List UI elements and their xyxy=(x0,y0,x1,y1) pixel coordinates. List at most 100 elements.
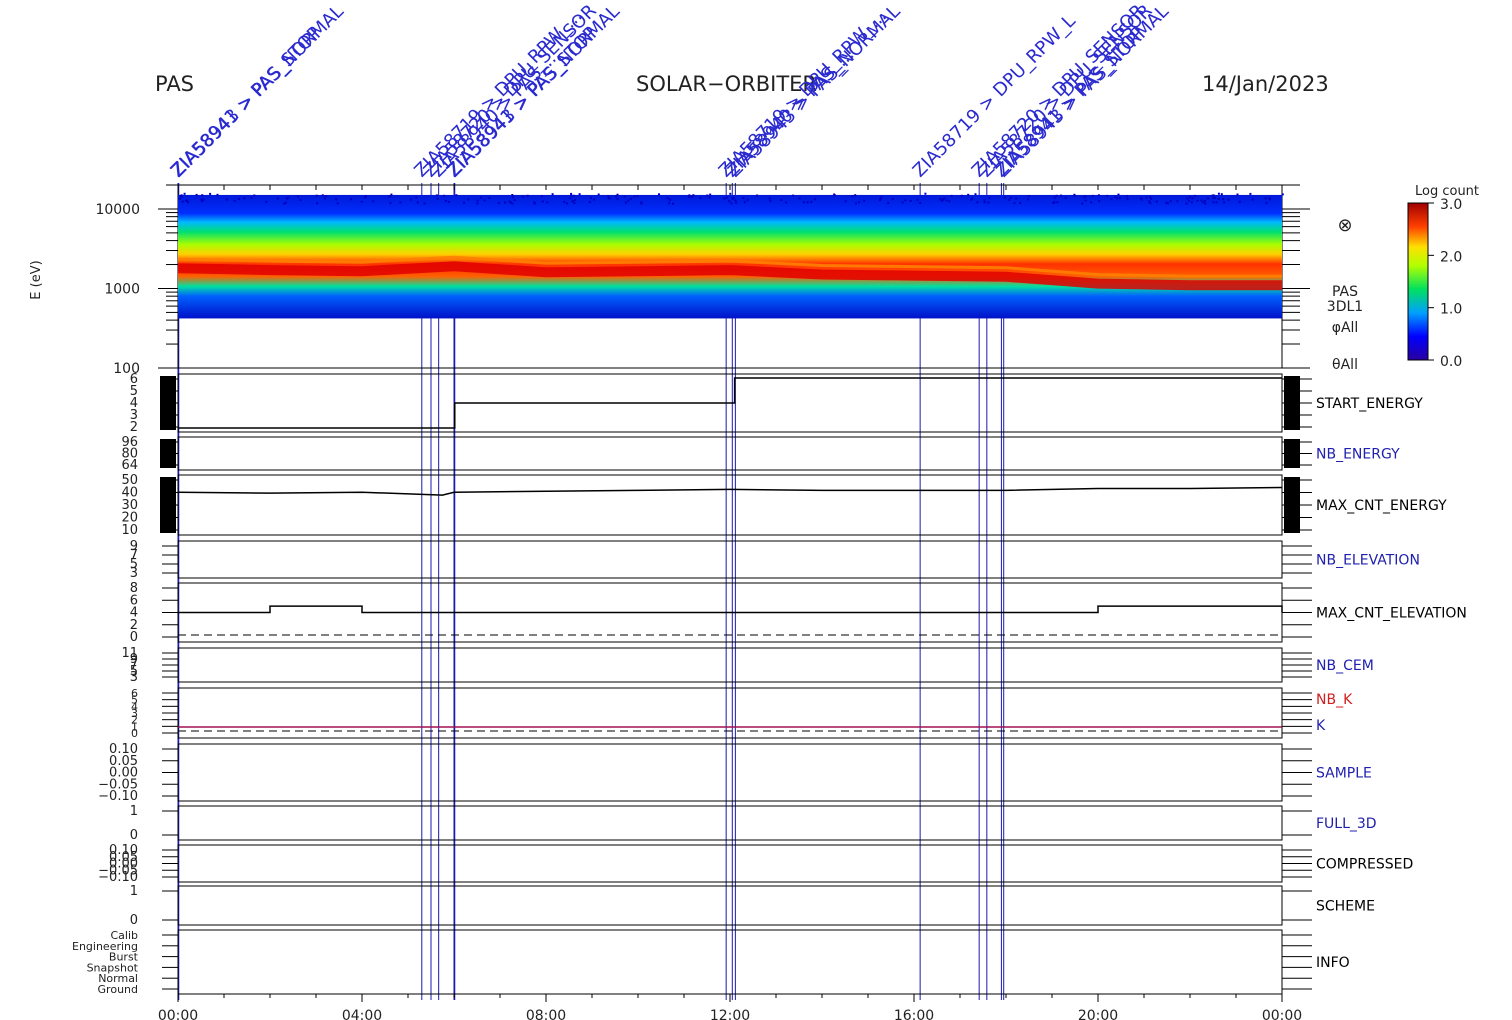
spectrogram-noise-dot xyxy=(780,199,782,201)
panel-tick-label: 0 xyxy=(131,727,138,740)
spectrogram-noise-dot xyxy=(488,197,490,199)
dense-tick-block xyxy=(160,477,176,533)
spectrogram-noise-dot xyxy=(598,194,600,196)
spectrogram-noise-dot xyxy=(1149,196,1151,198)
panel-full_3d: 10FULL_3D xyxy=(130,804,1377,843)
spectrogram-noise-dot xyxy=(180,196,182,198)
panel-label-secondary: K xyxy=(1316,718,1326,734)
spectrogram-noise-dot xyxy=(480,197,482,199)
spectrogram-noise-dot xyxy=(226,199,228,201)
spectrogram-noise-dot xyxy=(579,193,581,195)
spectrogram-noise-dot xyxy=(1074,195,1076,197)
spectrogram-noise-dot xyxy=(1028,195,1030,197)
spectrogram-noise-dot xyxy=(297,196,299,198)
spectrogram-noise-dot xyxy=(389,202,391,204)
spectrogram-noise-dot xyxy=(688,196,690,198)
spectrogram-noise-dot xyxy=(728,200,730,202)
spectrogram-noise-dot xyxy=(967,194,969,196)
event-marker-label: ZIA58943 > PAS_NORMAL xyxy=(992,1,1172,181)
spectrogram-noise-dot xyxy=(1207,198,1209,200)
spectrogram-noise-dot xyxy=(365,195,367,197)
spectrogram-noise-dot xyxy=(1060,195,1062,197)
panel-tick-label: 1 xyxy=(130,884,138,899)
dense-tick-block xyxy=(160,439,176,468)
spectrogram-noise-dot xyxy=(845,200,847,202)
panel-tick-label: 3 xyxy=(130,670,138,685)
panel-label: MAX_CNT_ENERGY xyxy=(1316,498,1447,514)
panel-tick-label: 0 xyxy=(130,913,138,928)
spectrogram-noise-dot xyxy=(372,200,374,202)
spectrogram-noise-dot xyxy=(892,198,894,200)
spectrogram-noise-dot xyxy=(590,197,592,199)
panel-label: START_ENERGY xyxy=(1316,396,1423,412)
spectrogram-noise-dot xyxy=(1010,197,1012,199)
panel-frame xyxy=(178,845,1282,882)
spectrogram-noise-dot xyxy=(1085,196,1087,198)
spectrogram-noise-dot xyxy=(445,200,447,202)
spectrogram-noise-dot xyxy=(1221,193,1223,195)
panel-nb_elevation: 9753NB_ELEVATION xyxy=(130,539,1420,581)
spectrogram-noise-dot xyxy=(201,199,203,201)
spectrogram-noise-dot xyxy=(511,194,513,196)
panel-tick-label: 10 xyxy=(121,523,138,538)
spectrogram-noise-dot xyxy=(1228,199,1230,201)
spectrogram-noise-dot xyxy=(1188,200,1190,202)
time-axis-tick-label: 12:00 xyxy=(710,1008,750,1020)
spectrogram-noise-dot xyxy=(1081,203,1083,205)
spectrogram-noise-dot xyxy=(1204,203,1206,205)
colorbar-tick-label: 2.0 xyxy=(1440,249,1462,265)
panel-tick-label: 3 xyxy=(130,566,138,581)
spectrogram-noise-dot xyxy=(1249,193,1251,195)
spectrogram-noise-dot xyxy=(527,195,529,197)
spectrogram-noise-dot xyxy=(1146,197,1148,199)
spectrogram-noise-dot xyxy=(1149,202,1151,204)
panel-label: FULL_3D xyxy=(1316,816,1377,832)
spectrogram-noise-dot xyxy=(504,202,506,204)
spectrogram-noise-dot xyxy=(1052,202,1054,204)
orbit-symbol: ⊗ xyxy=(1337,215,1352,236)
spectrogram-noise-dot xyxy=(624,196,626,198)
spectrogram-noise-dot xyxy=(534,203,536,205)
spectrogram-noise-dot xyxy=(234,200,236,202)
spectrogram-side-label: PAS xyxy=(1332,284,1358,300)
spectrogram-noise-dot xyxy=(410,199,412,201)
spectrogram-noise-dot xyxy=(1027,198,1029,200)
spectrogram-noise-dot xyxy=(574,199,576,201)
spectrogram-noise-dot xyxy=(625,202,627,204)
spectrogram-band xyxy=(178,195,1282,318)
spectrogram-noise-dot xyxy=(1008,199,1010,201)
spectrogram-noise-dot xyxy=(316,195,318,197)
spectrogram-noise-dot xyxy=(1218,193,1220,195)
spectrogram-noise-dot xyxy=(1090,201,1092,203)
spectrogram-noise-dot xyxy=(512,196,514,198)
spectrogram-noise-dot xyxy=(1140,197,1142,199)
spectrogram-noise-dot xyxy=(607,195,609,197)
spectrogram-noise-dot xyxy=(1118,194,1120,196)
series-max_cnt_elevation xyxy=(178,606,1282,612)
spectrogram-noise-dot xyxy=(484,199,486,201)
housekeeping-panels: 65432START_ENERGY968064NB_ENERGY50403020… xyxy=(72,372,1467,996)
spectrogram-noise-dot xyxy=(1186,203,1188,205)
spectrogram-noise-dot xyxy=(723,198,725,200)
spectrogram-noise-dot xyxy=(1092,195,1094,197)
spectrogram-noise-dot xyxy=(1111,198,1113,200)
spectrogram-noise-dot xyxy=(636,195,638,197)
spectrogram-noise-dot xyxy=(277,198,279,200)
spectrogram-noise-dot xyxy=(902,202,904,204)
spectrogram-noise-dot xyxy=(735,202,737,204)
spectrogram-noise-dot xyxy=(1156,201,1158,203)
spectrogram-noise-dot xyxy=(941,200,943,202)
spectrogram-noise-dot xyxy=(388,196,390,198)
spectrogram-noise-dot xyxy=(630,198,632,200)
spectrogram-noise-dot xyxy=(803,201,805,203)
event-marker-label: ZIA58943 > PAS_NORMAL xyxy=(167,1,347,181)
spectrogram-noise-dot xyxy=(1237,194,1239,196)
spectrogram-noise-dot xyxy=(744,201,746,203)
spectrogram-side-label: φAll xyxy=(1332,320,1359,336)
spectrogram-noise-dot xyxy=(1126,195,1128,197)
spectrogram-noise-dot xyxy=(201,194,203,196)
spectrogram-noise-dot xyxy=(243,197,245,199)
spectrogram-noise-dot xyxy=(1167,202,1169,204)
spectrogram-noise-dot xyxy=(854,194,856,196)
spectrogram-noise-dot xyxy=(179,198,181,200)
